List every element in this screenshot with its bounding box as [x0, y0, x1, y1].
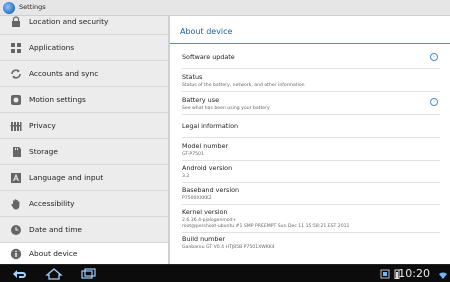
pref-title: Battery use	[182, 96, 219, 104]
sidebar-item-accounts-sync[interactable]: Accounts and sync	[0, 61, 170, 87]
settings-sidebar: Location and security Applications Accou…	[0, 16, 170, 264]
language-icon	[11, 173, 21, 183]
pref-summary-kernel-build: root@pershoot-ubuntu #1 SMP PREEMPT Sun …	[182, 224, 350, 229]
page-title: About device	[180, 27, 233, 36]
sidebar-item-label: Date and time	[29, 225, 82, 234]
sync-icon	[11, 69, 21, 79]
pref-android-version[interactable]: Android version 3.2	[182, 164, 440, 179]
pref-battery-use[interactable]: Battery use See what has been using your…	[182, 96, 440, 111]
pref-title: Kernel version	[182, 208, 228, 216]
sidebar-item-label: About device	[29, 249, 78, 258]
lock-icon	[12, 16, 20, 27]
sidebar-item-accessibility[interactable]: Accessibility	[0, 191, 170, 217]
clock-icon	[11, 225, 21, 235]
info-icon	[10, 248, 22, 260]
pref-title: Baseband version	[182, 186, 240, 194]
chevron-right-icon: ›	[430, 53, 438, 61]
back-icon[interactable]	[10, 268, 28, 280]
sidebar-item-label: Location and security	[29, 17, 109, 26]
divider	[182, 91, 440, 92]
sidebar-item-language-input[interactable]: Language and input	[0, 165, 170, 191]
sidebar-item-location-security[interactable]: Location and security	[0, 16, 170, 35]
pref-summary-kernel: 2.6.36.4-pjalogenmod+	[182, 218, 237, 223]
sidebar-item-label: Accessibility	[29, 199, 75, 208]
pref-model-number: Model number GT-P7501	[182, 142, 440, 157]
settings-app-icon[interactable]	[3, 2, 15, 14]
pref-title: Model number	[182, 142, 229, 150]
header-divider	[170, 43, 450, 44]
wifi-icon	[439, 272, 447, 279]
pref-summary: Ganbarou GT V0.4 HTJ85B P7501XWKK4	[182, 245, 275, 250]
sidebar-item-storage[interactable]: Storage	[0, 139, 170, 165]
title-bar: Settings	[0, 0, 450, 16]
pref-title: Android version	[182, 164, 233, 172]
privacy-icon	[10, 122, 22, 131]
sidebar-item-label: Privacy	[29, 121, 56, 130]
pref-baseband-version: Baseband version P7500XXKK2	[182, 186, 440, 201]
sidebar-item-label: Applications	[29, 43, 75, 52]
pref-summary: P7500XXKK2	[182, 196, 212, 201]
divider	[182, 137, 440, 138]
apps-icon	[11, 43, 21, 53]
pref-summary: Status of the battery, network, and othe…	[182, 83, 305, 88]
pref-summary: GT-P7501	[182, 152, 204, 157]
clock[interactable]: 10:20	[398, 267, 430, 280]
recent-apps-icon[interactable]	[80, 268, 98, 280]
sidebar-item-label: Motion settings	[29, 95, 86, 104]
sidebar-item-about-device[interactable]: About device	[0, 243, 170, 264]
pref-software-update[interactable]: Software update	[182, 53, 440, 61]
sidebar-item-date-time[interactable]: Date and time	[0, 217, 170, 243]
home-icon[interactable]	[45, 268, 63, 280]
pref-title: Software update	[182, 53, 235, 61]
pref-title: Legal information	[182, 122, 239, 130]
divider	[182, 114, 440, 115]
hand-icon	[11, 199, 20, 210]
sidebar-item-privacy[interactable]: Privacy	[0, 113, 170, 139]
motion-icon	[11, 95, 21, 105]
screenshot-icon[interactable]	[380, 269, 390, 279]
sidebar-item-motion-settings[interactable]: Motion settings	[0, 87, 170, 113]
pref-title: Status	[182, 73, 203, 81]
chevron-right-icon: ›	[430, 98, 438, 106]
sidebar-item-label: Accounts and sync	[29, 69, 99, 78]
pref-legal-information[interactable]: Legal information	[182, 122, 440, 130]
window-title: Settings	[19, 3, 46, 11]
divider	[182, 68, 440, 69]
pref-kernel-version: Kernel version 2.6.36.4-pjalogenmod+ roo…	[182, 208, 440, 229]
divider	[182, 160, 440, 161]
about-device-panel: About device Software update › Status St…	[170, 16, 450, 264]
sidebar-item-label: Storage	[29, 147, 58, 156]
pref-summary: See what has been using your battery	[182, 106, 270, 111]
divider	[182, 182, 440, 183]
sidebar-item-applications[interactable]: Applications	[0, 35, 170, 61]
pref-status[interactable]: Status Status of the battery, network, a…	[182, 73, 440, 88]
system-bar: 10:20	[0, 264, 450, 282]
divider	[182, 232, 440, 233]
storage-icon	[13, 147, 21, 157]
pref-summary: 3.2	[182, 174, 190, 179]
pref-build-number: Build number Ganbarou GT V0.4 HTJ85B P75…	[182, 235, 440, 250]
pref-title: Build number	[182, 235, 226, 243]
divider	[182, 204, 440, 205]
sidebar-item-label: Language and input	[29, 173, 104, 182]
